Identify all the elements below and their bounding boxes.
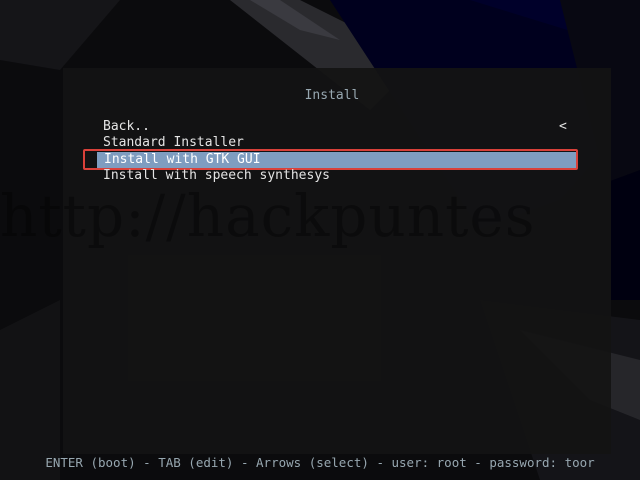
- menu-item-back[interactable]: Back..: [103, 119, 150, 135]
- selection-highlight-box: [83, 149, 578, 170]
- back-indicator-icon: <: [559, 119, 567, 134]
- menu-title: Install: [304, 88, 360, 103]
- watermark-text: http://hackpuntes: [0, 182, 536, 250]
- key-help-status-bar: ENTER (boot) - TAB (edit) - Arrows (sele…: [45, 455, 595, 470]
- menu-item-speech-synthesis[interactable]: Install with speech synthesys: [103, 168, 330, 184]
